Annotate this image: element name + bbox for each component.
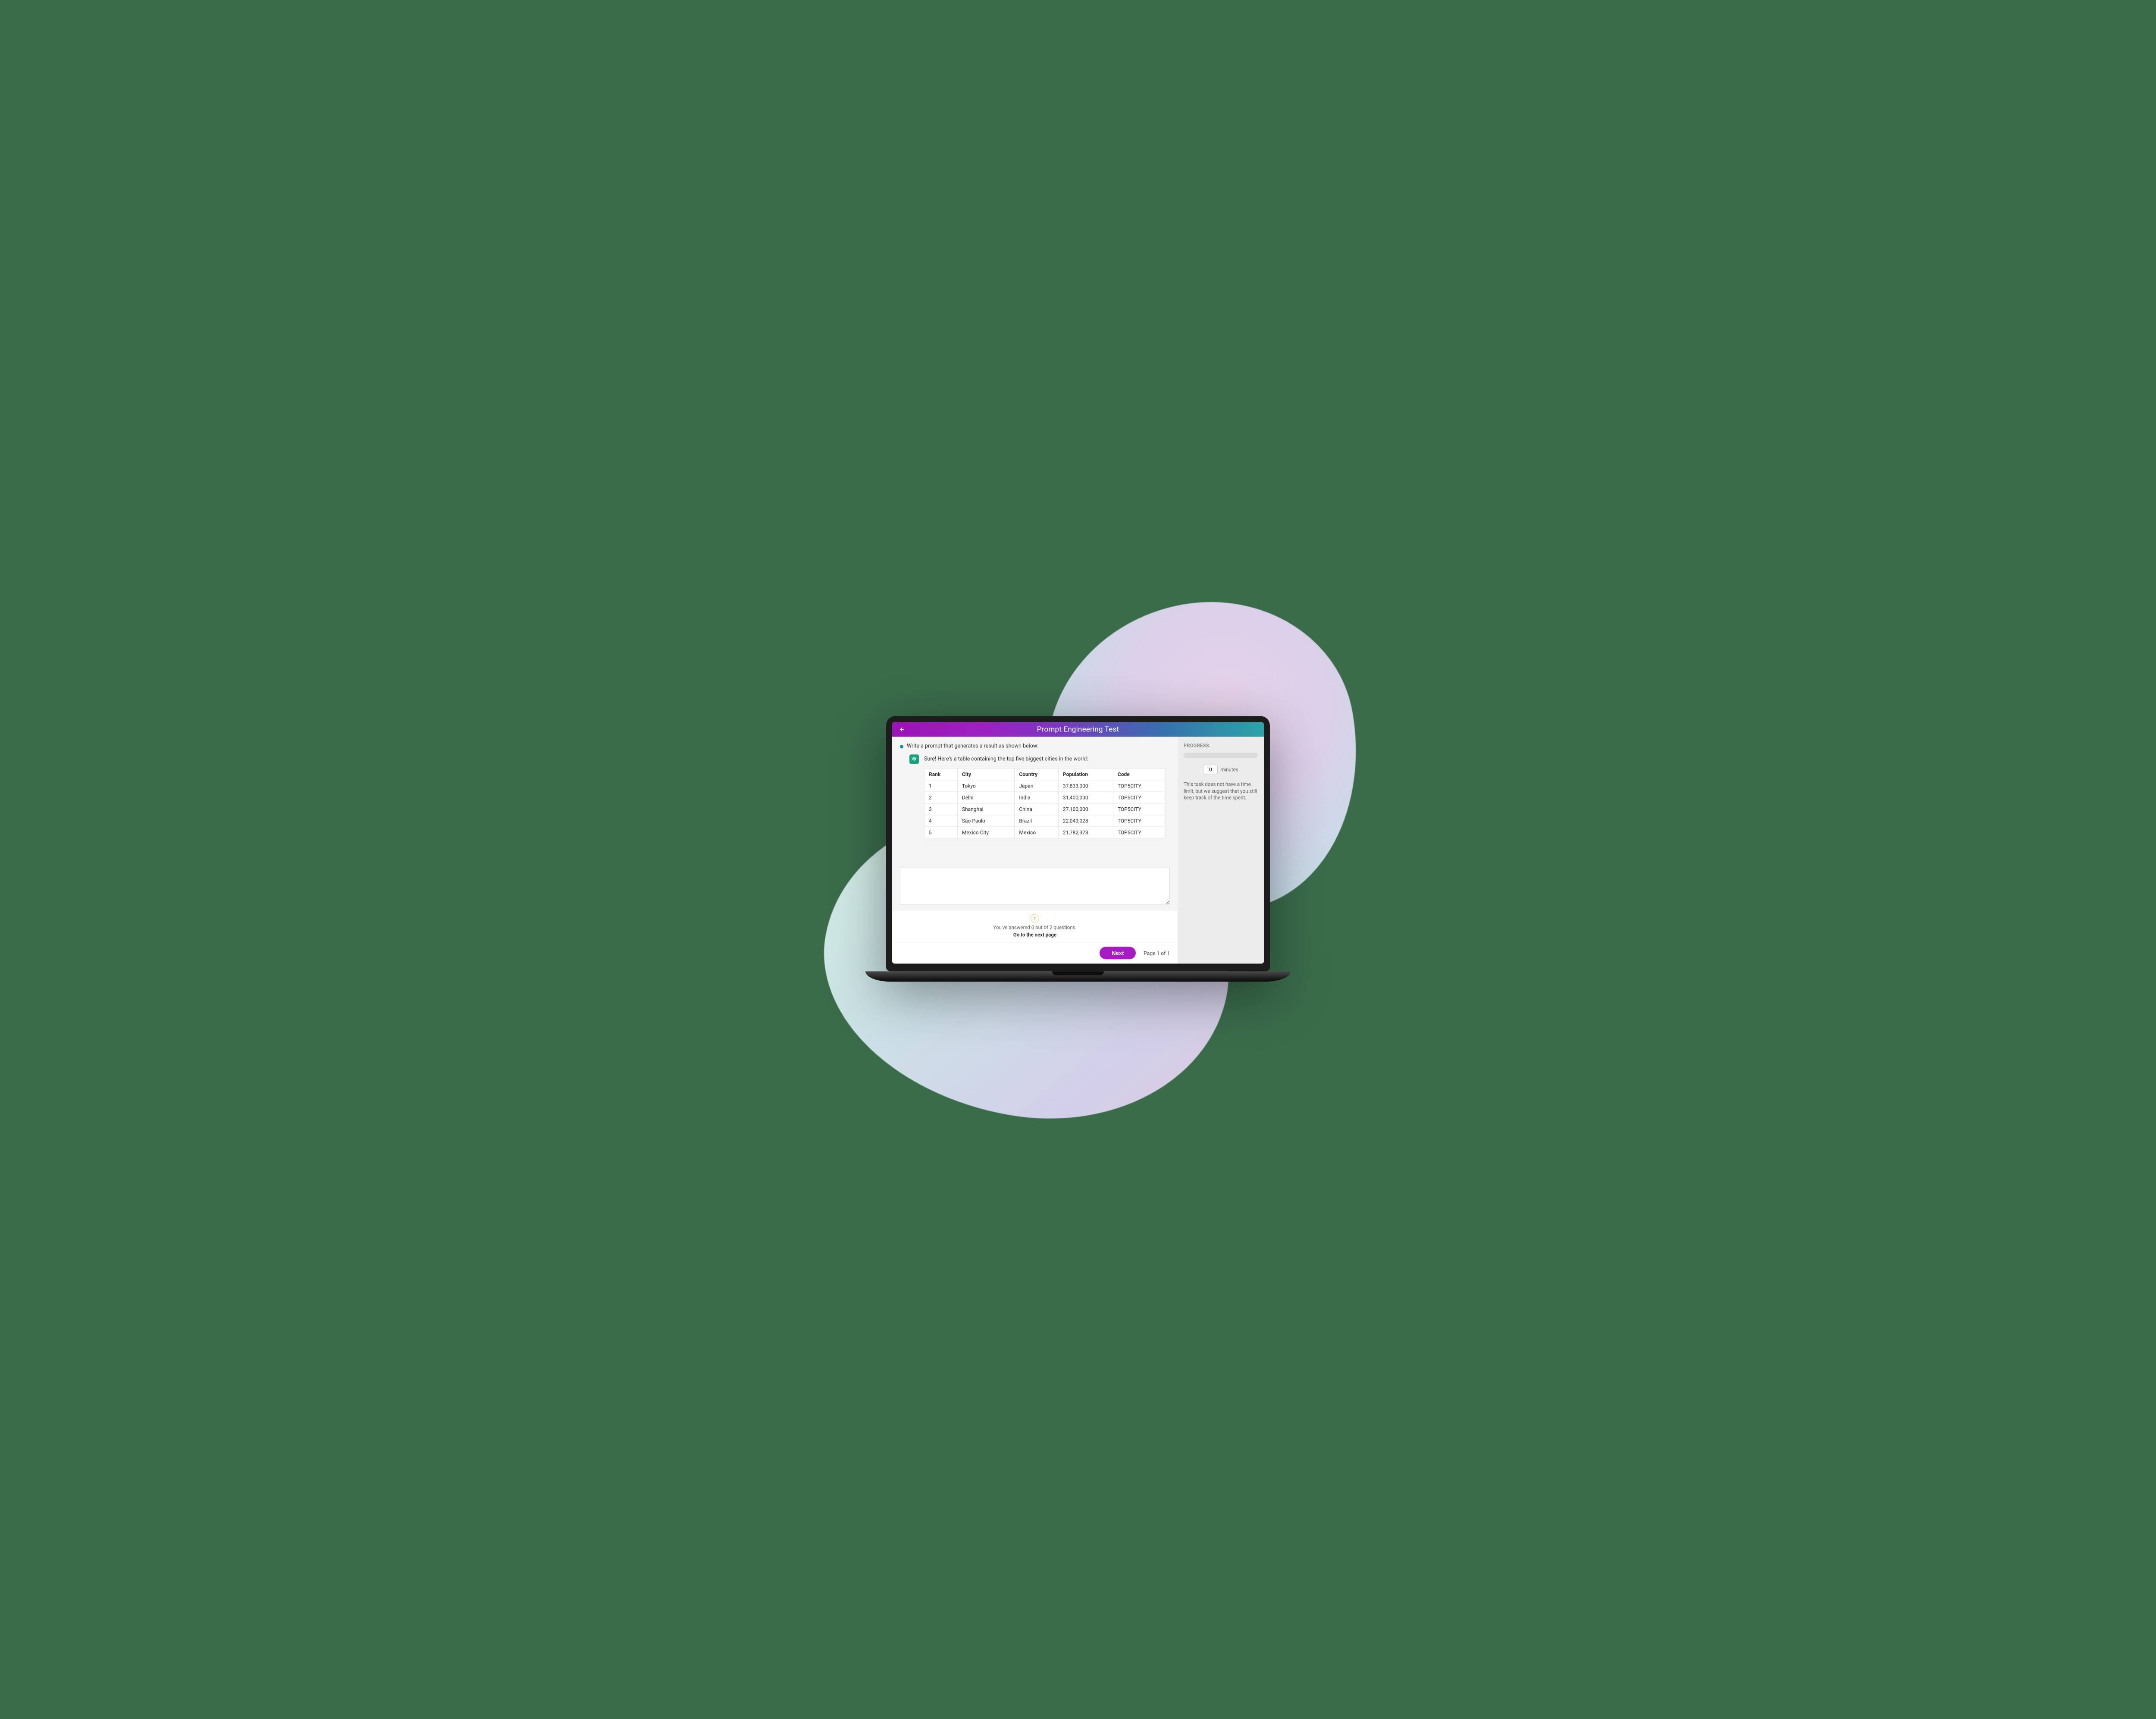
table-cell: São Paulo xyxy=(957,815,1015,827)
table-cell: 31,400,000 xyxy=(1058,792,1113,803)
laptop-notch xyxy=(1052,971,1104,975)
table-cell: 37,833,000 xyxy=(1058,780,1113,792)
minutes-input[interactable] xyxy=(1203,765,1218,774)
table-row: 3ShanghaiChina27,100,000TOP5CITY xyxy=(924,803,1166,815)
arrow-left-icon xyxy=(898,726,905,733)
prompt-input[interactable] xyxy=(900,867,1170,905)
table-cell: India xyxy=(1015,792,1059,803)
table-cell: Shanghai xyxy=(957,803,1015,815)
question-row: Write a prompt that generates a result a… xyxy=(900,743,1170,749)
table-cell: 3 xyxy=(924,803,958,815)
laptop-mockup: Prompt Engineering Test Write a prompt t… xyxy=(886,716,1270,982)
table-cell: Brazil xyxy=(1015,815,1059,827)
progress-bar xyxy=(1184,753,1258,758)
table-header: Population xyxy=(1058,769,1113,780)
sidebar-title: PROGRESS: xyxy=(1184,743,1258,748)
table-header: Country xyxy=(1015,769,1059,780)
question-text: Write a prompt that generates a result a… xyxy=(907,743,1038,749)
walking-person-icon xyxy=(1031,914,1039,922)
table-cell: TOP5CITY xyxy=(1113,827,1165,838)
table-row: 5Mexico CityMexico21,782,378TOP5CITY xyxy=(924,827,1166,838)
table-cell: TOP5CITY xyxy=(1113,780,1165,792)
minutes-label: minutes xyxy=(1220,766,1238,772)
example-answer-text: Sure! Here's a table containing the top … xyxy=(924,754,1088,762)
table-row: 2DelhiIndia31,400,000TOP5CITY xyxy=(924,792,1166,803)
table-cell: 2 xyxy=(924,792,958,803)
table-cell: 22,043,028 xyxy=(1058,815,1113,827)
main-column: Write a prompt that generates a result a… xyxy=(892,737,1178,963)
table-cell: 5 xyxy=(924,827,958,838)
chatgpt-icon xyxy=(909,754,919,764)
table-header: Code xyxy=(1113,769,1165,780)
app-topbar: Prompt Engineering Test xyxy=(892,722,1264,737)
table-cell: Mexico xyxy=(1015,827,1059,838)
table-cell: Mexico City xyxy=(957,827,1015,838)
table-cell: 4 xyxy=(924,815,958,827)
question-bullet-icon xyxy=(900,745,903,748)
progress-sidebar: PROGRESS: minutes This task does not hav… xyxy=(1178,737,1264,963)
table-cell: TOP5CITY xyxy=(1113,792,1165,803)
table-row: 4São PauloBrazil22,043,028TOP5CITY xyxy=(924,815,1166,827)
footer-bar: Next Page 1 of 1 xyxy=(892,942,1178,963)
table-cell: Delhi xyxy=(957,792,1015,803)
status-block: You've answered 0 out of 2 questions. Go… xyxy=(892,910,1178,942)
table-cell: China xyxy=(1015,803,1059,815)
table-cell: TOP5CITY xyxy=(1113,803,1165,815)
table-cell: Japan xyxy=(1015,780,1059,792)
cities-table: RankCityCountryPopulationCode 1TokyoJapa… xyxy=(924,768,1166,838)
page-indicator: Page 1 of 1 xyxy=(1144,950,1170,956)
answered-count: You've answered 0 out of 2 questions. xyxy=(892,924,1178,930)
person-icon xyxy=(1033,916,1037,920)
table-cell: 27,100,000 xyxy=(1058,803,1113,815)
next-button[interactable]: Next xyxy=(1100,947,1136,959)
go-next-hint: Go to the next page xyxy=(892,932,1178,938)
example-answer: Sure! Here's a table containing the top … xyxy=(900,754,1170,764)
openai-logo-icon xyxy=(911,756,917,762)
table-cell: Tokyo xyxy=(957,780,1015,792)
page-title: Prompt Engineering Test xyxy=(1037,725,1119,734)
table-cell: 1 xyxy=(924,780,958,792)
app-screen: Prompt Engineering Test Write a prompt t… xyxy=(892,722,1264,963)
table-header: City xyxy=(957,769,1015,780)
sidebar-note: This task does not have a time limit, bu… xyxy=(1184,781,1258,801)
laptop-base xyxy=(865,971,1291,982)
table-cell: TOP5CITY xyxy=(1113,815,1165,827)
table-header: Rank xyxy=(924,769,958,780)
table-row: 1TokyoJapan37,833,000TOP5CITY xyxy=(924,780,1166,792)
back-button[interactable] xyxy=(897,725,905,733)
table-cell: 21,782,378 xyxy=(1058,827,1113,838)
